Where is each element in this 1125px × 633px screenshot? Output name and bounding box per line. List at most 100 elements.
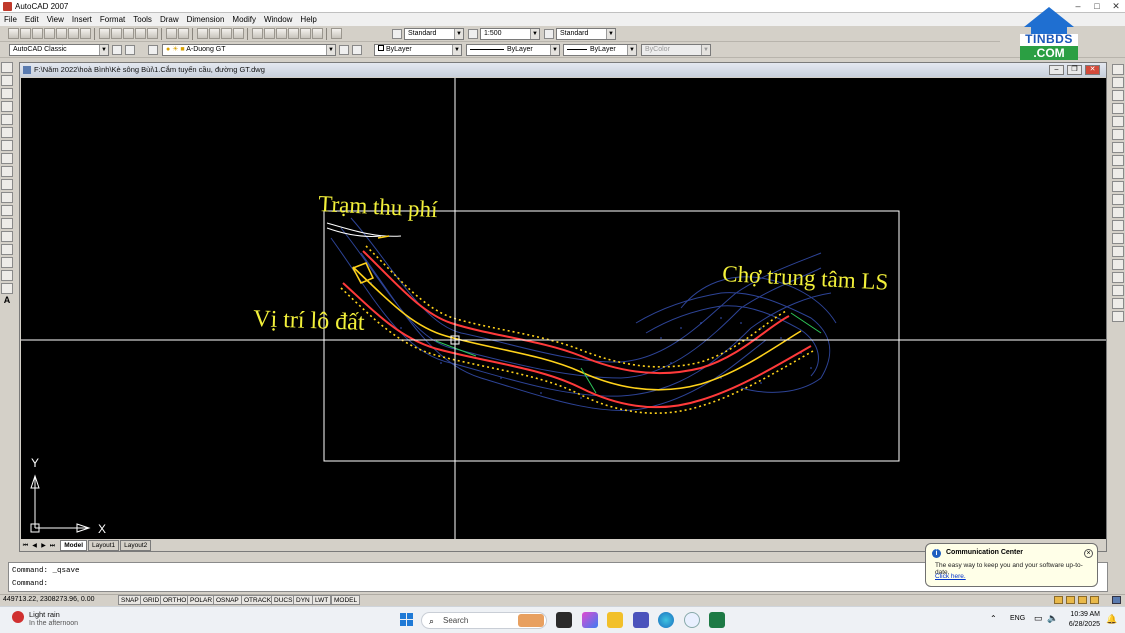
- menu-format[interactable]: Format: [96, 13, 129, 26]
- input-language[interactable]: ENG: [1010, 615, 1025, 622]
- sheet-set-icon[interactable]: [288, 28, 299, 39]
- array-icon[interactable]: [1112, 116, 1124, 127]
- teams-icon[interactable]: [633, 612, 649, 628]
- extend-icon[interactable]: [1112, 194, 1124, 205]
- point-icon[interactable]: [1, 231, 13, 242]
- trim-icon[interactable]: [1112, 181, 1124, 192]
- file-explorer-icon[interactable]: [607, 612, 623, 628]
- rectangle-icon[interactable]: [1, 114, 13, 125]
- grid-toggle[interactable]: GRID: [140, 595, 163, 605]
- stretch-icon[interactable]: [1112, 168, 1124, 179]
- osnap-midpoint-icon[interactable]: [1112, 311, 1124, 322]
- scale-icon[interactable]: [1112, 155, 1124, 166]
- doc-close-button[interactable]: ✕: [1085, 65, 1100, 75]
- volume-icon[interactable]: 🔈: [1047, 613, 1058, 624]
- move-icon[interactable]: [1112, 129, 1124, 140]
- plot-icon[interactable]: [44, 28, 55, 39]
- insert-block-icon[interactable]: [1, 205, 13, 216]
- save-icon[interactable]: [32, 28, 43, 39]
- markup-icon[interactable]: [300, 28, 311, 39]
- text-style-icon[interactable]: [392, 29, 402, 39]
- publish-icon[interactable]: [68, 28, 79, 39]
- excel-icon[interactable]: [709, 612, 725, 628]
- coordinate-readout[interactable]: 449713.22, 2308273.96, 0.00: [3, 595, 94, 605]
- lock-toolbar-icon[interactable]: [1066, 596, 1075, 604]
- break-at-point-icon[interactable]: [1112, 207, 1124, 218]
- menu-draw[interactable]: Draw: [156, 13, 183, 26]
- close-button[interactable]: ✕: [1109, 1, 1123, 11]
- polyline-icon[interactable]: [1, 88, 13, 99]
- menu-view[interactable]: View: [43, 13, 68, 26]
- region-icon[interactable]: [1, 270, 13, 281]
- network-icon[interactable]: ▭: [1034, 613, 1043, 624]
- redo-icon[interactable]: [178, 28, 189, 39]
- make-block-icon[interactable]: [1, 218, 13, 229]
- comm-center-tray-icon[interactable]: [1054, 596, 1063, 604]
- taskbar-search-box[interactable]: ⌕ Search: [421, 612, 547, 629]
- ortho-toggle[interactable]: ORTHO: [160, 595, 190, 605]
- menu-tools[interactable]: Tools: [129, 13, 156, 26]
- open-icon[interactable]: [20, 28, 31, 39]
- windows-start-icon[interactable]: [400, 613, 414, 627]
- menu-edit[interactable]: Edit: [21, 13, 43, 26]
- notification-bell-icon[interactable]: 🔔: [1106, 614, 1117, 625]
- menu-insert[interactable]: Insert: [68, 13, 96, 26]
- dwf-icon[interactable]: [80, 28, 91, 39]
- preview-icon[interactable]: [56, 28, 67, 39]
- design-center-icon[interactable]: [264, 28, 275, 39]
- explode-icon[interactable]: [1112, 272, 1124, 283]
- snap-toggle[interactable]: SNAP: [118, 595, 142, 605]
- polar-toggle[interactable]: POLAR: [187, 595, 216, 605]
- clean-screen-icon[interactable]: [1112, 596, 1121, 604]
- zoom-previous-icon[interactable]: [233, 28, 244, 39]
- next-layout-button[interactable]: ▶: [39, 542, 48, 551]
- layer-manager-icon[interactable]: [148, 45, 158, 55]
- line-icon[interactable]: [1, 62, 13, 73]
- ducs-toggle[interactable]: DUCS: [271, 595, 296, 605]
- maximize-button[interactable]: □: [1090, 1, 1104, 11]
- spline-icon[interactable]: [1, 166, 13, 177]
- ellipse-arc-icon[interactable]: [1, 192, 13, 203]
- calculator-icon[interactable]: [312, 28, 323, 39]
- command-prompt[interactable]: Command:: [12, 578, 48, 590]
- zalo-icon[interactable]: [684, 612, 700, 628]
- save-workspace-icon[interactable]: [125, 45, 135, 55]
- erase-icon[interactable]: [1112, 64, 1124, 75]
- properties-icon[interactable]: [252, 28, 263, 39]
- color-select[interactable]: ByLayer ▼: [374, 44, 462, 56]
- matchprop-icon[interactable]: [135, 28, 146, 39]
- dim-scale-select[interactable]: 1:500 ▼: [480, 28, 540, 40]
- workspace-select[interactable]: AutoCAD Classic ▼: [9, 44, 109, 56]
- table-icon[interactable]: [1, 283, 13, 294]
- tool-palettes-icon[interactable]: [276, 28, 287, 39]
- multiline-text-icon[interactable]: A: [1, 296, 13, 307]
- linetype-select[interactable]: ByLayer ▼: [466, 44, 560, 56]
- menu-help[interactable]: Help: [296, 13, 320, 26]
- offset-icon[interactable]: [1112, 103, 1124, 114]
- hatch-icon[interactable]: [1, 244, 13, 255]
- menu-file[interactable]: File: [0, 13, 21, 26]
- pan-icon[interactable]: [197, 28, 208, 39]
- fillet-icon[interactable]: [1112, 259, 1124, 270]
- osnap-endpoint-icon[interactable]: [1112, 298, 1124, 309]
- layer-previous-icon[interactable]: [352, 45, 362, 55]
- dyn-toggle[interactable]: DYN: [293, 595, 313, 605]
- doc-restore-button[interactable]: ❐: [1067, 65, 1082, 75]
- osnap-toggle[interactable]: OSNAP: [213, 595, 242, 605]
- model-toggle[interactable]: MODEL: [331, 595, 361, 605]
- chamfer-icon[interactable]: [1112, 246, 1124, 257]
- edge-icon[interactable]: [658, 612, 674, 628]
- zoom-window-icon[interactable]: [221, 28, 232, 39]
- break-icon[interactable]: [1112, 220, 1124, 231]
- task-view-icon[interactable]: [556, 612, 572, 628]
- object-snap-icon[interactable]: [1112, 285, 1124, 296]
- menu-dimension[interactable]: Dimension: [183, 13, 229, 26]
- prev-layout-button[interactable]: ◀: [30, 542, 39, 551]
- doc-minimize-button[interactable]: –: [1049, 65, 1064, 75]
- cut-icon[interactable]: [99, 28, 110, 39]
- menu-window[interactable]: Window: [260, 13, 296, 26]
- tab-layout2[interactable]: Layout2: [120, 540, 152, 551]
- lwt-toggle[interactable]: LWT: [312, 595, 332, 605]
- comm-center-link[interactable]: Click here.: [935, 573, 966, 580]
- undo-icon[interactable]: [166, 28, 177, 39]
